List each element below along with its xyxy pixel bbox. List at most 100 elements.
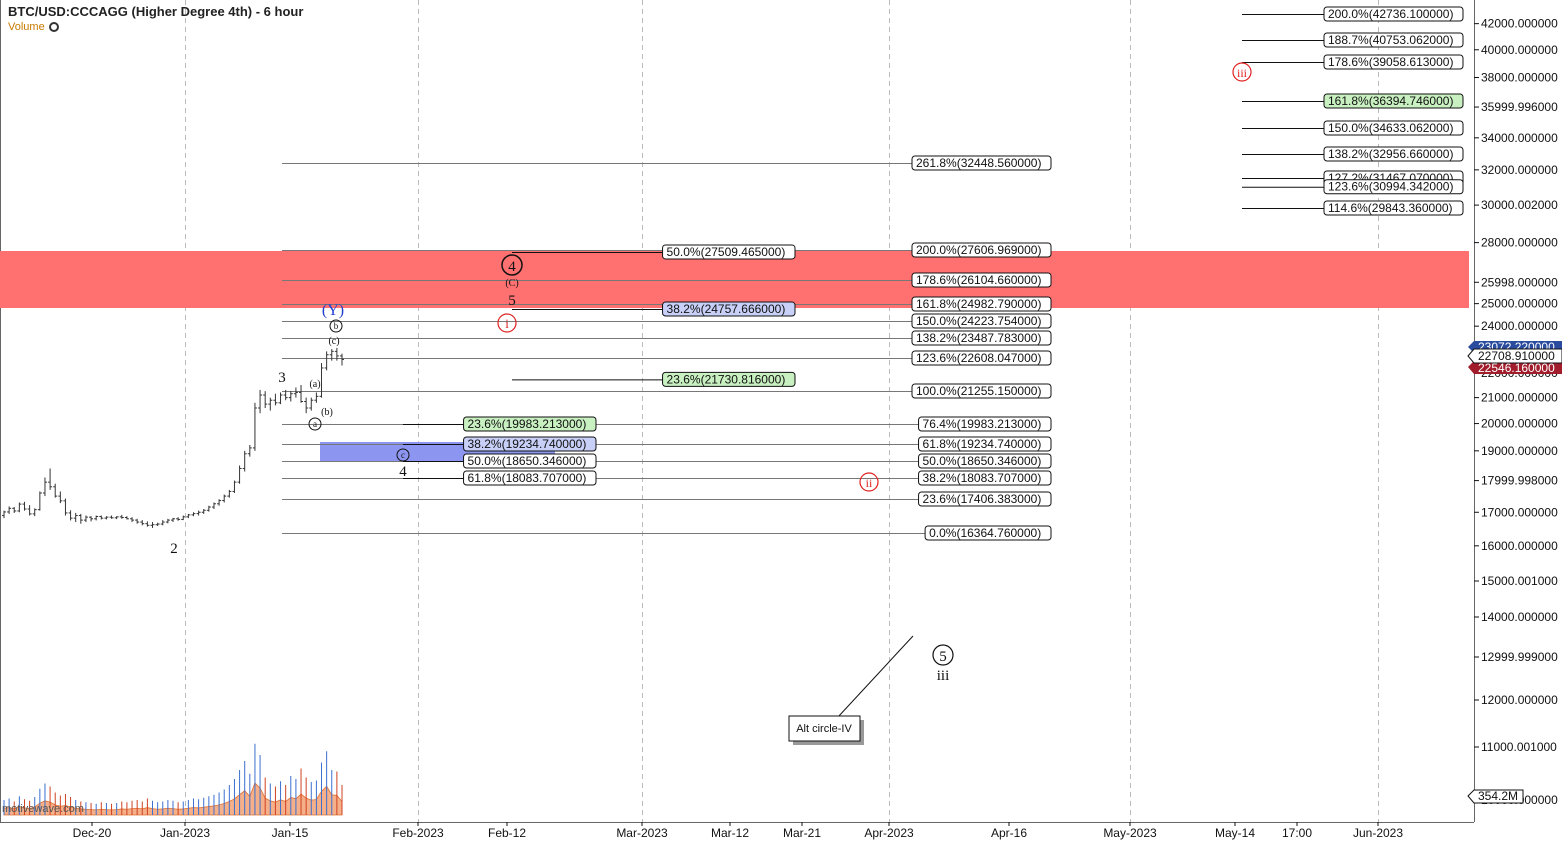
y-tick-label: 14000.000000 (1481, 610, 1558, 624)
y-tick-label: 38000.000000 (1481, 70, 1558, 84)
x-axis: Dec-20 Jan-2023 Jan-15 Feb-2023 Feb-12 Mar-20… (73, 822, 1403, 840)
y-tick-label: 12000.000000 (1481, 693, 1558, 707)
wave-b: b (334, 321, 339, 331)
fib-top-right-label: 123.6%(30994.342000) (1328, 180, 1453, 194)
wave-ii: ii (866, 476, 873, 490)
wave-5: 5 (508, 293, 516, 309)
fib-extension-label: 76.4%(19983.213000) (923, 417, 1042, 431)
wave-a-paren: (a) (309, 379, 320, 390)
wave-i: i (505, 316, 509, 331)
fib-mid-label: 38.2%(24757.666000) (667, 302, 786, 316)
fib-top-right-label: 150.0%(34633.062000) (1328, 121, 1453, 135)
annotation-pointer (837, 635, 914, 718)
y-tick-label: 17999.998000 (1481, 474, 1558, 488)
y-axis: 42000.000000 40000.000000 38000.000000 3599… (1474, 17, 1558, 807)
fib-top-right-lines (1242, 14, 1324, 209)
y-tick-label: 24000.000000 (1481, 319, 1558, 333)
fib-top-right-label: 138.2%(32956.660000) (1328, 147, 1453, 161)
volume-label: Volume (8, 21, 45, 33)
volume-tag: 354.2M (1478, 789, 1518, 803)
wave-b-paren: (b) (321, 407, 333, 418)
x-tick-label: Mar-12 (711, 826, 749, 840)
y-tick-label: 21000.000000 (1481, 391, 1558, 405)
fib-extension-label: 200.0%(27606.969000) (916, 243, 1041, 257)
fib-top-right-label: 200.0%(42736.100000) (1328, 7, 1453, 21)
wave-c-paren: (c) (328, 336, 339, 347)
y-tick-label: 28000.000000 (1481, 236, 1558, 250)
wave-iii-red: iii (1237, 66, 1248, 80)
x-tick-label: Jan-15 (272, 826, 309, 840)
annotation-text: Alt circle-IV (796, 723, 852, 735)
chart-title: BTC/USD:CCCAGG (Higher Degree 4th) - 6 h… (8, 4, 304, 19)
wave-circle-4: 4 (508, 259, 516, 275)
wave-circle-5: 5 (939, 649, 947, 665)
y-tick-label: 12999.999000 (1481, 650, 1558, 664)
y-tick-label: 15000.001000 (1481, 574, 1558, 588)
wave-c: c (401, 450, 405, 460)
x-tick-label: May-2023 (1103, 826, 1157, 840)
fib-top-right-label: 161.8%(36394.746000) (1328, 94, 1453, 108)
y-tick-label: 42000.000000 (1481, 17, 1558, 31)
fib-extension-label: 178.6%(26104.660000) (916, 273, 1041, 287)
fib-mid-label: 23.6%(21730.816000) (667, 372, 786, 386)
y-tick-label: 34000.000000 (1481, 131, 1558, 145)
fib-extension-label: 23.6%(17406.383000) (923, 492, 1042, 506)
x-tick-label: Apr-2023 (864, 826, 914, 840)
y-tick-label: 30000.002000 (1481, 198, 1558, 212)
y-tick-label: 25998.000000 (1481, 275, 1558, 289)
fib-top-right-label: 178.6%(39058.613000) (1328, 55, 1453, 69)
x-tick-label: May-14 (1215, 826, 1255, 840)
fib-retrace-label: 23.6%(19983.213000) (468, 417, 587, 431)
volume-indicator[interactable]: Volume (8, 21, 303, 33)
fib-top-right-label: 114.6%(29843.360000) (1328, 201, 1453, 215)
y-tick-label: 19000.000000 (1481, 444, 1558, 458)
fib-extension-label: 50.0%(18650.346000) (923, 454, 1042, 468)
y-tick-label: 20000.000000 (1481, 417, 1558, 431)
wave-2: 2 (170, 541, 178, 557)
wave-Y: (Y) (322, 302, 344, 319)
x-tick-label: Dec-20 (73, 826, 112, 840)
x-tick-label: Jun-2023 (1353, 826, 1403, 840)
fib-retrace-label: 61.8%(18083.707000) (468, 471, 587, 485)
fib-top-right-label: 188.7%(40753.062000) (1328, 33, 1453, 47)
fib-retrace-label: 38.2%(19234.740000) (468, 437, 587, 451)
fib-retrace-labels: 23.6%(19983.213000) 38.2%(19234.740000) 50… (463, 416, 597, 486)
candles (2, 347, 344, 528)
y-tick-label: 17000.000000 (1481, 505, 1558, 519)
price-tag-2: 22708.910000 (1478, 349, 1555, 363)
fib-extension-label: 38.2%(18083.707000) (923, 471, 1042, 485)
watermark: motivewave.com (2, 803, 84, 815)
y-tick-label: 25000.000000 (1481, 297, 1558, 311)
x-tick-label: Mar-21 (783, 826, 821, 840)
fib-retrace-label: 50.0%(18650.346000) (468, 454, 587, 468)
fib-extension-label: 138.2%(23487.783000) (916, 331, 1041, 345)
wave-iii: iii (937, 668, 950, 684)
x-tick-label: Feb-12 (488, 826, 526, 840)
x-tick-label: Apr-16 (991, 826, 1027, 840)
resistance-zone (0, 251, 1469, 308)
x-tick-label: Feb-2023 (392, 826, 444, 840)
wave-3: 3 (278, 370, 286, 386)
y-tick-label: 11000.001000 (1481, 740, 1557, 754)
wave-4: 4 (399, 464, 407, 480)
fib-extension-label: 161.8%(24982.790000) (916, 297, 1041, 311)
y-tick-label: 35999.996000 (1481, 100, 1558, 114)
y-tick-label: 32000.000000 (1481, 163, 1558, 177)
fib-mid-label: 50.0%(27509.465000) (667, 245, 786, 259)
fib-extension-label: 123.6%(22608.047000) (916, 351, 1041, 365)
price-chart[interactable]: 261.8%(32448.560000) 200.0%(27606.969000)… (0, 0, 1562, 842)
wave-a: a (313, 419, 317, 429)
gear-icon[interactable] (48, 22, 59, 32)
y-tick-label: 40000.000000 (1481, 43, 1558, 57)
fib-top-right-labels: 200.0%(42736.100000) 188.7%(40753.062000)… (1323, 6, 1464, 216)
fib-extension-label: 100.0%(21255.150000) (916, 384, 1041, 398)
wave-C: (C) (505, 278, 518, 289)
y-tick-label: 16000.000000 (1481, 539, 1558, 553)
x-tick-label: Mar-2023 (616, 826, 668, 840)
x-tick-label: 17:00 (1282, 826, 1312, 840)
vertical-grid (185, 0, 1379, 822)
chart-header: BTC/USD:CCCAGG (Higher Degree 4th) - 6 h… (8, 4, 303, 33)
fib-extension-label: 61.8%(19234.740000) (923, 437, 1042, 451)
fib-extension-label: 261.8%(32448.560000) (916, 156, 1041, 170)
fib-extension-label: 0.0%(16364.760000) (929, 526, 1041, 540)
